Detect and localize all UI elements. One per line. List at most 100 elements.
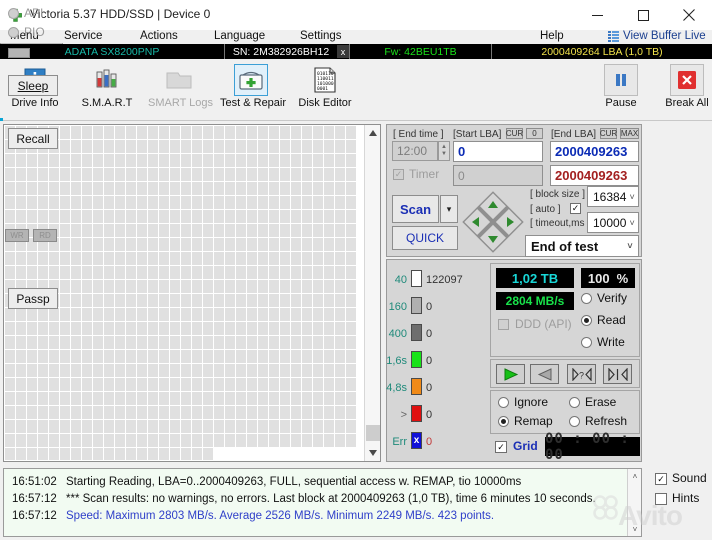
scrollbar-thumb[interactable] [366, 425, 380, 441]
recall-button[interactable]: Recall [8, 128, 58, 149]
toolbar-button-break-all[interactable]: Break All [656, 62, 712, 118]
quick-button[interactable]: QUICK [392, 226, 458, 250]
sound-checkbox[interactable]: ✓ [655, 473, 667, 485]
auto-checkbox[interactable]: ✓ [570, 203, 581, 214]
navigation-diamond[interactable] [461, 191, 525, 256]
log-entry: 16:57:12 *** Scan results: no warnings, … [4, 490, 624, 507]
block-cell [291, 364, 301, 377]
legend-threshold: Err [392, 436, 407, 448]
device-model: ADATA SX8200PNP [64, 45, 160, 58]
block-cell [104, 406, 114, 419]
action-radio-refresh[interactable] [569, 416, 580, 427]
toolbar-button-pause[interactable]: Pause [590, 62, 652, 118]
block-cell [148, 294, 158, 307]
block-cell [170, 420, 180, 433]
scroll-down-icon[interactable]: ˅ [628, 522, 642, 536]
menu-item-actions[interactable]: Actions [140, 30, 178, 43]
block-cell [137, 154, 147, 167]
toolbar-button-disk-editor[interactable]: 010110 110011 101000 0001 Disk Editor [294, 62, 356, 118]
action-radio-erase[interactable] [569, 397, 580, 408]
block-cell [291, 224, 301, 237]
end-time-stepper[interactable]: ▲ ▼ [438, 141, 450, 161]
scan-button[interactable]: Scan [392, 195, 439, 223]
api-radio[interactable] [8, 8, 19, 19]
block-cell [5, 448, 15, 460]
log-panel[interactable]: 16:51:02 Starting Reading, LBA=0..200040… [3, 468, 642, 537]
end-lba-max-button[interactable]: MAX [620, 128, 639, 139]
block-cell [313, 420, 323, 433]
window-controls [574, 0, 712, 30]
timeout-combo[interactable]: 10000 ˅ [587, 212, 639, 233]
scan-dropdown-button[interactable]: ▾ [440, 195, 458, 223]
mode-radio-read[interactable] [581, 315, 592, 326]
small-toggle-button[interactable] [8, 48, 30, 58]
seek-random-icon[interactable]: ? [567, 364, 596, 384]
grid-checkbox[interactable]: ✓ [495, 441, 507, 453]
block-cell [159, 182, 169, 195]
timer-checkbox[interactable]: ✓ [393, 169, 404, 180]
block-cell [269, 434, 279, 447]
wr-button[interactable]: WR [5, 229, 29, 242]
rd-button[interactable]: RD [33, 229, 57, 242]
block-map-grid[interactable] [5, 126, 363, 460]
mode-radio-verify[interactable] [581, 293, 592, 304]
play-backward-icon[interactable] [530, 364, 559, 384]
toolbar-button-smart[interactable]: S.M.A.R.T [76, 62, 138, 118]
start-lba-input[interactable]: 0 [453, 141, 543, 162]
view-buffer-live-link[interactable]: View Buffer Live [623, 30, 706, 43]
end-time-value[interactable]: 12:00 [392, 141, 438, 161]
toolbar-button-test-repair[interactable]: Test & Repair [220, 62, 286, 118]
end-lba-input[interactable]: 2000409263 [550, 141, 639, 162]
block-cell [280, 420, 290, 433]
hints-checkbox[interactable] [655, 493, 667, 505]
block-cell [335, 266, 345, 279]
menu-item-settings[interactable]: Settings [300, 30, 342, 43]
block-cell [247, 210, 257, 223]
block-cell [346, 434, 356, 447]
seek-start-icon[interactable] [603, 364, 632, 384]
block-cell [71, 420, 81, 433]
toolbar-button-smart-logs[interactable]: SMART Logs [148, 62, 213, 118]
end-lba-cur-button[interactable]: CUR [600, 128, 617, 139]
mode-radio-write[interactable] [581, 337, 592, 348]
sleep-button[interactable]: Sleep [8, 75, 58, 96]
start-lba-cur-button[interactable]: CUR [506, 128, 523, 139]
block-map-scrollbar[interactable] [364, 125, 380, 461]
action-radio-remap[interactable] [498, 416, 509, 427]
device-serial: SN: 2M382926BH12 [232, 45, 330, 58]
start-lba-zero-button[interactable]: 0 [526, 128, 543, 139]
block-cell [93, 420, 103, 433]
legend-threshold: 40 [394, 274, 407, 286]
passport-button[interactable]: Passp [8, 288, 58, 309]
block-cell [247, 420, 257, 433]
block-cell [192, 280, 202, 293]
block-map-panel[interactable] [3, 124, 381, 462]
minimize-button[interactable] [574, 0, 620, 30]
block-size-combo[interactable]: 16384 ˅ [587, 186, 639, 207]
device-close-icon[interactable]: x [337, 45, 349, 58]
menu-item-language[interactable]: Language [214, 30, 265, 43]
play-forward-icon[interactable] [496, 364, 525, 384]
scroll-down-icon[interactable] [365, 445, 381, 461]
log-scrollbar[interactable]: ˄ ˅ [627, 469, 641, 536]
block-cell [324, 182, 334, 195]
action-radio-ignore[interactable] [498, 397, 509, 408]
block-cell [93, 434, 103, 447]
scroll-up-icon[interactable]: ˄ [628, 469, 642, 483]
block-cell [82, 196, 92, 209]
menu-item-help[interactable]: Help [540, 30, 564, 43]
block-cell [269, 378, 279, 391]
menu-item-service[interactable]: Service [64, 30, 102, 43]
maximize-button[interactable] [620, 0, 666, 30]
scroll-up-icon[interactable] [365, 125, 381, 141]
block-cell [247, 266, 257, 279]
block-cell [82, 238, 92, 251]
block-cell [148, 434, 158, 447]
ddd-api-checkbox[interactable] [498, 319, 509, 330]
block-cell [82, 294, 92, 307]
block-cell [236, 336, 246, 349]
block-cell [49, 378, 59, 391]
close-button[interactable] [666, 0, 712, 30]
pio-radio[interactable] [8, 27, 19, 38]
end-action-combo[interactable]: End of test ˅ [525, 235, 639, 257]
